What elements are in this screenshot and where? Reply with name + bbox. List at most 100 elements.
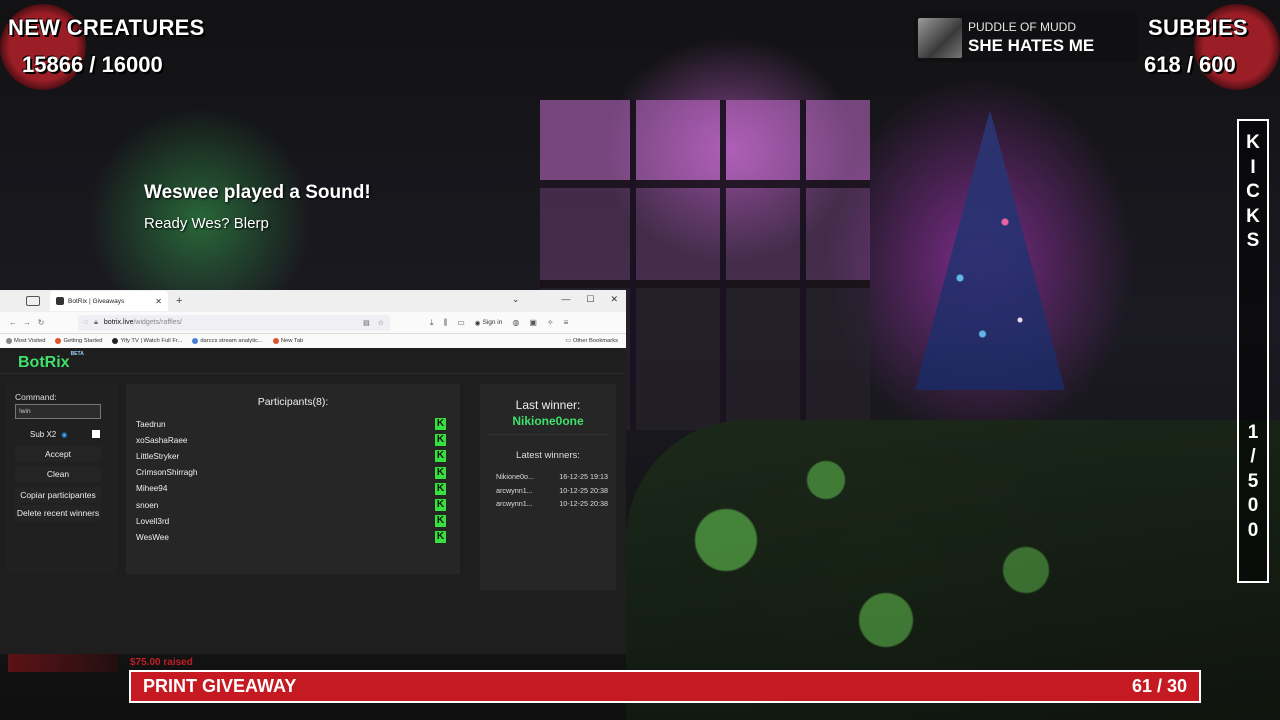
- kicks-count-char: 5: [1247, 470, 1259, 492]
- url-host: botrix.live: [103, 319, 134, 326]
- list-item[interactable]: WesWee K: [136, 529, 450, 545]
- kick-icon: K: [435, 531, 446, 544]
- lock-icon: 🔒︎: [94, 318, 98, 326]
- back-arrow-icon[interactable]: ←: [6, 318, 20, 327]
- kicks-count-char: /: [1250, 446, 1256, 467]
- close-icon[interactable]: ✕: [155, 297, 162, 306]
- kicks-count-char: 1: [1247, 421, 1259, 443]
- kick-icon: K: [435, 434, 446, 447]
- minimize-icon[interactable]: —: [561, 294, 570, 305]
- last-winner-name: Nikione0one: [512, 414, 584, 428]
- table-row: arcwynn1... 10-12-25 20:38: [496, 499, 608, 508]
- folder-icon: ▭: [565, 338, 571, 344]
- window-controls: ⌄ — ☐ ✕: [512, 294, 618, 305]
- delete-recent-winners-button[interactable]: Delete recent winners: [15, 505, 101, 521]
- maximize-icon[interactable]: ☐: [586, 294, 594, 305]
- giveaway-goal-bar: PRINT GIVEAWAY 61 / 30: [129, 670, 1201, 703]
- bookmark-star-icon[interactable]: ☆: [378, 319, 384, 327]
- subbies-label: SUBBIES: [1148, 15, 1248, 40]
- tab-title: BotRix | Giveaways: [68, 297, 125, 305]
- now-playing-song: SHE HATES ME: [968, 36, 1095, 55]
- extension-icon[interactable]: ◍: [512, 318, 519, 327]
- giveaway-title: PRINT GIVEAWAY: [143, 676, 297, 696]
- sub-x2-option: Sub X2 ◉: [30, 430, 67, 439]
- kicks-goal: K I C K S 1 / 5 0 0: [1237, 119, 1269, 583]
- kick-icon: K: [435, 482, 446, 495]
- gear-icon: [6, 338, 12, 344]
- bookmark-new-tab[interactable]: New Tab: [272, 338, 303, 344]
- sign-in-button[interactable]: ◉ Sign in: [475, 319, 503, 327]
- sub-x2-checkbox[interactable]: [92, 430, 100, 438]
- new-creatures-count: 15866 / 16000: [22, 52, 163, 77]
- latest-winners-list: Nikione0o... 16-12-25 19:13 arcwynn1... 10…: [496, 472, 608, 513]
- command-input[interactable]: !win: [15, 404, 101, 419]
- table-row: Nikione0o... 16-12-25 19:13: [496, 472, 608, 481]
- clean-button[interactable]: Clean: [15, 466, 101, 482]
- list-item[interactable]: CrimsonShirragh K: [136, 465, 450, 481]
- sidebar-icon[interactable]: ▭: [457, 318, 465, 327]
- close-window-icon[interactable]: ✕: [610, 294, 618, 305]
- tab-botrix-giveaways[interactable]: BotRix | Giveaways ✕: [50, 291, 168, 311]
- list-item[interactable]: xoSashaRaee K: [136, 432, 450, 448]
- giveaway-count: 61 / 30: [1131, 676, 1187, 696]
- download-icon[interactable]: ⤓: [430, 318, 434, 328]
- other-bookmarks[interactable]: ▭ Other Bookmarks: [565, 338, 618, 344]
- list-item[interactable]: Taedrun K: [136, 416, 450, 432]
- kicks-letter: K: [1246, 205, 1260, 227]
- botrix-favicon-icon: [56, 297, 64, 305]
- table-row: arcwynn1... 10-12-25 20:38: [496, 485, 608, 495]
- sound-alert-title: Weswee played a Sound!: [144, 182, 371, 203]
- firefox-icon: [272, 338, 279, 344]
- reload-icon[interactable]: ↻: [34, 318, 48, 327]
- kick-icon: K: [435, 450, 446, 463]
- latest-winners-label: Latest winners:: [516, 450, 580, 461]
- now-playing-widget: PUDDLE OF MUDD SHE HATES ME: [914, 14, 1138, 62]
- firefox-icon: [55, 338, 62, 344]
- chevron-down-icon[interactable]: ⌄: [512, 294, 520, 305]
- bookmarks-bar: Most Visited Getting Started Yify TV | W…: [0, 334, 626, 348]
- sign-in-label: Sign in: [482, 319, 503, 326]
- copy-participants-button[interactable]: Copiar participantes: [15, 487, 101, 503]
- subbies-count: 618 / 600: [1144, 52, 1236, 77]
- reader-view-icon[interactable]: ▤: [363, 319, 370, 327]
- kicks-letter: K: [1246, 132, 1260, 153]
- kick-icon: K: [435, 499, 446, 512]
- winners-panel: Last winner: Nikione0one Latest winners:…: [480, 384, 616, 590]
- bookmark-stream-analytics[interactable]: darccs stream analytic...: [192, 338, 263, 344]
- participants-title: Participants(8):: [257, 396, 329, 408]
- accept-button[interactable]: Accept: [15, 446, 101, 462]
- participants-list: Taedrun K xoSashaRaee K LittleStryker K Cri…: [136, 416, 450, 546]
- container-icon[interactable]: ▣: [529, 318, 537, 327]
- kicks-letter: S: [1246, 230, 1260, 251]
- kicks-count-char: 0: [1247, 519, 1259, 541]
- kick-icon: K: [435, 466, 446, 479]
- kicks-letter: C: [1246, 181, 1260, 202]
- command-panel: Command: !win Sub X2 ◉ Accept Clean Copi…: [6, 384, 118, 574]
- menu-hamburger-icon[interactable]: ≡: [564, 318, 569, 327]
- library-icon[interactable]: ⫼: [444, 318, 448, 328]
- bookmark-yify-tv[interactable]: Yify TV | Watch Full Fr...: [112, 338, 182, 344]
- tab-list-icon[interactable]: [26, 296, 40, 306]
- bookmark-getting-started[interactable]: Getting Started: [55, 338, 102, 344]
- kick-icon: K: [435, 515, 446, 528]
- list-item[interactable]: snoen K: [136, 497, 450, 513]
- sound-alert-message: Ready Wes? Blerp: [144, 215, 269, 232]
- kicks-count-char: 0: [1247, 495, 1259, 516]
- puzzle-extensions-icon[interactable]: ✧: [547, 318, 554, 327]
- beta-badge: BETA: [70, 350, 84, 357]
- list-item[interactable]: LittleStryker K: [136, 448, 450, 464]
- botrix-logo[interactable]: BotRixBETA: [18, 350, 84, 372]
- bookmark-most-visited[interactable]: Most Visited: [6, 338, 45, 344]
- raised-amount: $75.00 raised: [130, 657, 193, 668]
- info-icon[interactable]: ◉: [61, 431, 67, 439]
- url-bar[interactable]: ◌ 🔒︎ botrix.live/widgets/raffles/ ▤ ☆: [78, 314, 390, 331]
- last-winner-label: Last winner:: [515, 398, 581, 412]
- new-tab-plus-icon[interactable]: +: [176, 295, 182, 307]
- tab-bar: BotRix | Giveaways ✕ + ⌄ — ☐ ✕: [0, 290, 626, 312]
- list-item[interactable]: Mihee94 K: [136, 481, 450, 497]
- account-icon: ◉: [474, 319, 481, 327]
- forward-arrow-icon[interactable]: →: [20, 318, 34, 327]
- list-item[interactable]: Lovell3rd K: [136, 513, 450, 529]
- url-path: /widgets/raffles/: [133, 319, 182, 326]
- kick-icon: K: [435, 418, 446, 431]
